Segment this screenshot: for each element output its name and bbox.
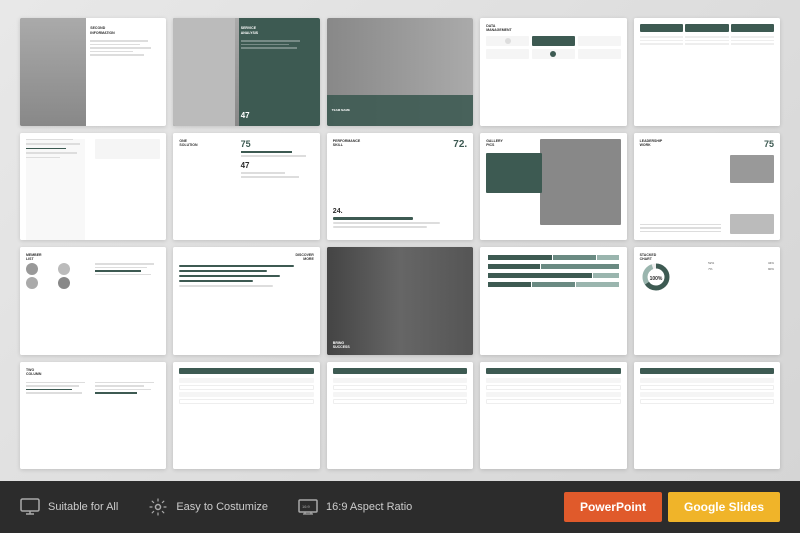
slide-4: DATAMANAGEMENT	[480, 18, 626, 126]
feature-suitable-label: Suitable for All	[48, 501, 118, 513]
slide-7: ONESOLUTION 75 47	[173, 133, 319, 241]
slides-grid: SECONDINFORMATION SERVICEANALYSIS	[20, 18, 780, 469]
monitor-icon	[20, 497, 40, 517]
slide-1: SECONDINFORMATION	[20, 18, 166, 126]
slide-14	[480, 247, 626, 355]
slide-2: SERVICEANALYSIS 47	[173, 18, 319, 126]
slide-13: BRINGSUCCESS	[327, 247, 473, 355]
feature-aspect: 16:9 16:9 Aspect Ratio	[298, 497, 412, 517]
slide-6	[20, 133, 166, 241]
slide-12: DISCOVERMORE	[173, 247, 319, 355]
bottom-bar: Suitable for All Easy to Costumize 16:9	[0, 481, 800, 533]
feature-suitable: Suitable for All	[20, 497, 118, 517]
svg-text:100%: 100%	[649, 276, 662, 282]
slide-5	[634, 18, 780, 126]
slide-3: TEAM NAME	[327, 18, 473, 126]
settings-icon	[148, 497, 168, 517]
slide-10: LEADERSHIPWORK 75	[634, 133, 780, 241]
slide-18	[327, 362, 473, 470]
slide-20	[634, 362, 780, 470]
svg-text:16:9: 16:9	[302, 504, 311, 509]
screen-icon: 16:9	[298, 497, 318, 517]
slide-9: GALLERYPICS	[480, 133, 626, 241]
slide-16: TWOCOLUMN	[20, 362, 166, 470]
feature-customize-label: Easy to Costumize	[176, 501, 268, 513]
slide-19	[480, 362, 626, 470]
slide-11: MEMBERLIST	[20, 247, 166, 355]
slide-17	[173, 362, 319, 470]
slide-8: PERFORMANCESKILL 72. 24.	[327, 133, 473, 241]
feature-aspect-label: 16:9 Aspect Ratio	[326, 501, 412, 513]
slide-15: STACKEDCHART 100% 52%34%	[634, 247, 780, 355]
feature-customize: Easy to Costumize	[148, 497, 268, 517]
bottom-buttons: PowerPoint Google Slides	[564, 492, 780, 522]
features-list: Suitable for All Easy to Costumize 16:9	[20, 497, 564, 517]
main-content: SECONDINFORMATION SERVICEANALYSIS	[0, 0, 800, 481]
powerpoint-button[interactable]: PowerPoint	[564, 492, 662, 522]
google-slides-button[interactable]: Google Slides	[668, 492, 780, 522]
